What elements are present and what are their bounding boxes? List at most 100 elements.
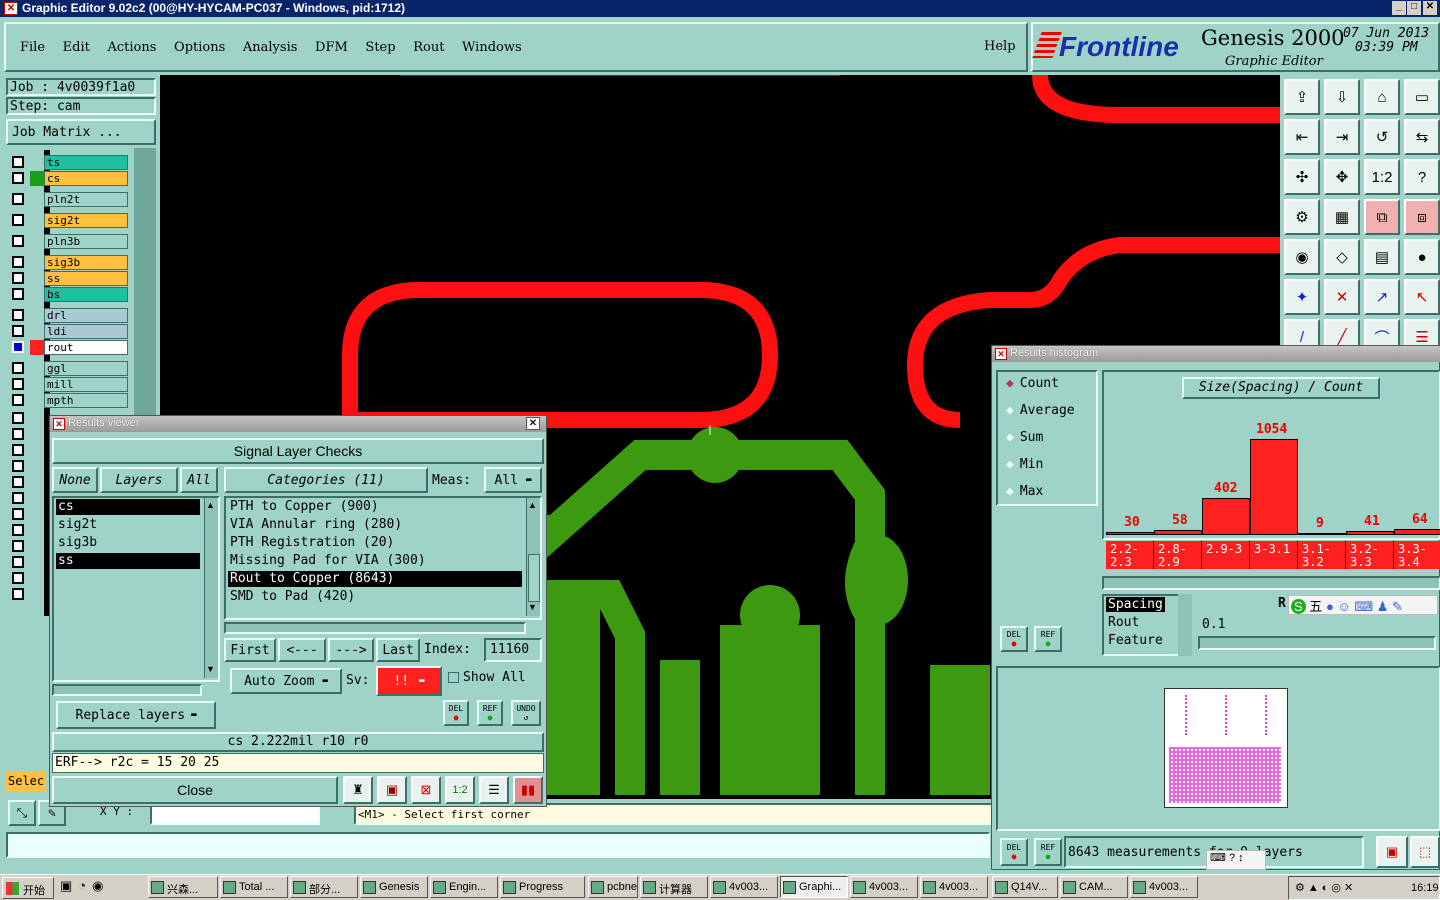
mode-radio-average[interactable]: ◆ Average: [1006, 403, 1075, 418]
tool-button-15[interactable]: ⧉: [1364, 199, 1400, 235]
layer-name[interactable]: ss: [44, 271, 128, 286]
tool-button-10[interactable]: ✥: [1324, 159, 1360, 195]
tool-button-4[interactable]: ▭: [1404, 79, 1440, 115]
taskbar-item[interactable]: CAM...: [1060, 876, 1128, 898]
layer-name[interactable]: ldi: [44, 324, 128, 339]
ime-mini-toolbar[interactable]: ⌨ ? ↕: [1206, 850, 1266, 870]
taskbar-item[interactable]: Engin...: [430, 876, 498, 898]
layer-list-hscroll[interactable]: [52, 684, 202, 696]
layer-checkbox[interactable]: [12, 378, 24, 390]
first-button[interactable]: First: [224, 638, 276, 662]
layer-row-ggl[interactable]: ggl: [10, 361, 128, 376]
taskbar-item[interactable]: 4v003...: [920, 876, 988, 898]
layer-row-rout[interactable]: rout: [10, 340, 128, 355]
replace-layers-button[interactable]: Replace layers ▬: [56, 701, 216, 729]
maximize-icon[interactable]: □: [1407, 1, 1421, 15]
layer-name[interactable]: pln2t: [44, 192, 128, 207]
histogram-bar[interactable]: [1250, 439, 1298, 535]
close-button[interactable]: Close: [52, 776, 338, 804]
layer-row-ts[interactable]: ts: [10, 155, 128, 170]
histogram-bar[interactable]: [1154, 530, 1202, 535]
last-button[interactable]: Last: [376, 638, 420, 662]
del-button[interactable]: DEL ●: [443, 700, 469, 726]
category-item[interactable]: VIA Annular ring (280): [228, 517, 522, 533]
clock-icon[interactable]: ◔: [78, 878, 92, 893]
layer-checkbox[interactable]: [12, 394, 24, 406]
layer-checkbox[interactable]: [12, 341, 24, 353]
tool-button-18[interactable]: ◇: [1324, 239, 1360, 275]
meas-list-scrollbar[interactable]: [1178, 594, 1192, 656]
severity-dropdown[interactable]: !! ▬: [376, 666, 442, 696]
mode-radio-min[interactable]: ◆ Min: [1006, 457, 1043, 472]
taskbar-item[interactable]: 计算器: [640, 876, 708, 898]
menu-rout[interactable]: Rout: [413, 40, 444, 55]
taskbar-item[interactable]: 4v003...: [710, 876, 778, 898]
auto-zoom-dropdown[interactable]: Auto Zoom ▬: [230, 668, 342, 694]
next-button[interactable]: --->: [328, 638, 374, 662]
job-matrix-button[interactable]: Job Matrix ...: [6, 119, 156, 145]
hist-del-button[interactable]: DEL ●: [1000, 626, 1028, 652]
scroll-thumb[interactable]: [528, 554, 540, 602]
menu-analysis[interactable]: Analysis: [243, 40, 298, 55]
menu-edit[interactable]: Edit: [63, 40, 90, 55]
taskbar-item[interactable]: Total ...: [220, 876, 288, 898]
layer-row-mpth[interactable]: mpth: [10, 393, 128, 408]
hist-ref-button[interactable]: REF ●: [1034, 626, 1062, 652]
layer-checkbox[interactable]: [12, 172, 24, 184]
folder-icon[interactable]: ▣: [60, 878, 78, 893]
scroll-up-icon[interactable]: ▲: [528, 500, 537, 510]
layer-row-sig3b[interactable]: sig3b: [10, 255, 128, 270]
tool-button-21[interactable]: ✦: [1284, 279, 1320, 315]
layer-name[interactable]: rout: [44, 340, 128, 355]
menu-dfm[interactable]: DFM: [315, 40, 348, 55]
layer-name[interactable]: cs: [44, 171, 128, 186]
layer-checkbox[interactable]: [12, 272, 24, 284]
histogram-bar[interactable]: [1106, 532, 1154, 535]
tool-button-12[interactable]: ?: [1404, 159, 1440, 195]
layer-list-item[interactable]: sig2t: [56, 517, 200, 533]
close-icon[interactable]: ✕: [1423, 1, 1437, 15]
layer-row-pln2t[interactable]: pln2t: [10, 192, 128, 207]
prev-button[interactable]: <---: [278, 638, 326, 662]
layer-list-scrollbar[interactable]: ▲ ▼: [204, 498, 218, 678]
layer-checkbox[interactable]: [12, 193, 24, 205]
histogram-bar[interactable]: [1202, 498, 1250, 535]
viewer-tool-4[interactable]: 1:2: [445, 776, 475, 804]
value-field[interactable]: 0.1: [1202, 617, 1225, 632]
tool-button-5[interactable]: ⇤: [1284, 119, 1320, 155]
layer-list-item[interactable]: sig3b: [56, 535, 200, 551]
tool-button-20[interactable]: ●: [1404, 239, 1440, 275]
layer-name[interactable]: ggl: [44, 361, 128, 376]
tool-button-16[interactable]: ⧈: [1404, 199, 1440, 235]
layer-row-bs[interactable]: bs: [10, 287, 128, 302]
histogram-bin-label[interactable]: 3.2-3.3: [1346, 541, 1394, 569]
histogram-hscroll[interactable]: [1102, 576, 1440, 590]
mode-radio-count[interactable]: ◆ Count: [1006, 376, 1059, 391]
taskbar-item[interactable]: Progress: [500, 876, 585, 898]
mode-radio-sum[interactable]: ◆ Sum: [1006, 430, 1043, 445]
taskbar-item[interactable]: Q14V...: [992, 876, 1058, 898]
none-button[interactable]: None: [52, 467, 98, 493]
tool-button-9[interactable]: ✣: [1284, 159, 1320, 195]
layer-row-ldi[interactable]: ldi: [10, 324, 128, 339]
hist-tool-2[interactable]: ⬚: [1410, 836, 1440, 868]
close-icon[interactable]: ✕: [526, 417, 540, 430]
layer-checkbox[interactable]: [12, 325, 24, 337]
viewer-tool-1[interactable]: ♜: [343, 776, 373, 804]
meas-list-item[interactable]: Rout: [1106, 615, 1141, 630]
layer-checkbox[interactable]: [12, 256, 24, 268]
layer-row-ss[interactable]: ss: [10, 271, 128, 286]
menu-windows[interactable]: Windows: [462, 40, 522, 55]
tool-button-23[interactable]: ↗: [1364, 279, 1400, 315]
category-item[interactable]: Missing Pad for VIA (300): [228, 553, 522, 569]
menu-actions[interactable]: Actions: [107, 40, 156, 55]
minimize-icon[interactable]: _: [1392, 1, 1406, 15]
category-item[interactable]: PTH to Copper (900): [228, 499, 522, 515]
layer-checkbox[interactable]: [12, 214, 24, 226]
footer-ref-button[interactable]: REF ●: [1034, 838, 1062, 866]
all-layers-button[interactable]: All: [180, 467, 218, 493]
layer-row-drl[interactable]: drl: [10, 308, 128, 323]
histogram-bar[interactable]: [1346, 531, 1394, 535]
tool-button-14[interactable]: ▦: [1324, 199, 1360, 235]
index-field[interactable]: 11160: [484, 638, 542, 662]
